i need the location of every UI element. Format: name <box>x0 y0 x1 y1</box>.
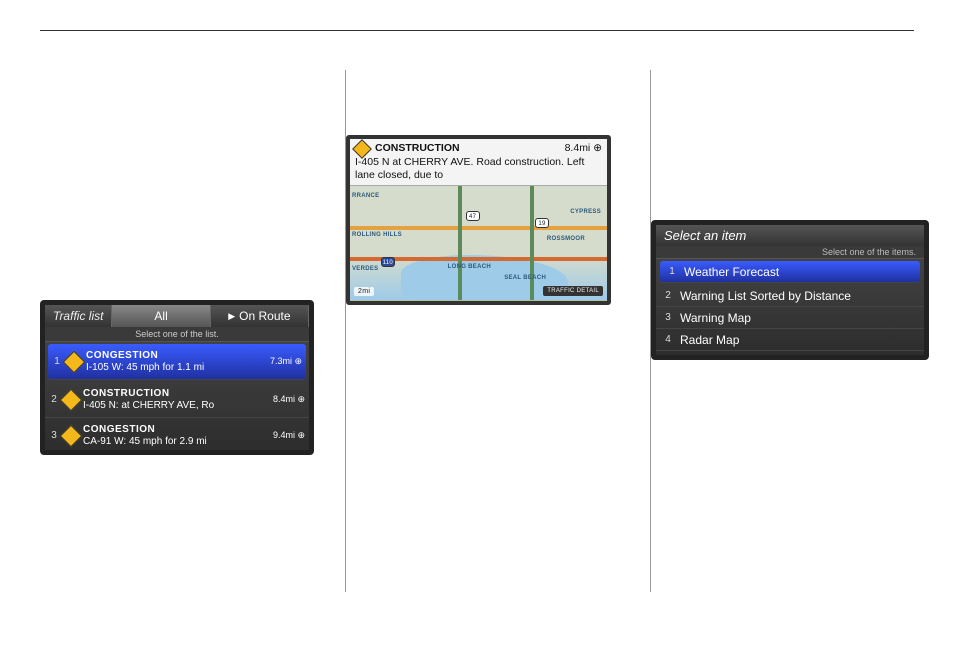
play-icon: ▶ <box>228 311 235 322</box>
row-type: CONSTRUCTION <box>83 388 269 400</box>
row-number: 2 <box>49 394 59 405</box>
row-body: CONGESTION I-105 W: 45 mph for 1.1 mi <box>86 350 266 374</box>
row-type: CONGESTION <box>86 350 266 362</box>
item-label: Radar Map <box>674 333 918 347</box>
row-body: CONSTRUCTION I-405 N: at CHERRY AVE, Ro <box>83 388 269 412</box>
row-desc: I-405 N: at CHERRY AVE, Ro <box>83 400 269 412</box>
row-distance: 8.4mi ⊕ <box>269 394 305 405</box>
menu-item-warning-map[interactable]: 3 Warning Map <box>656 307 924 329</box>
banner-type: CONSTRUCTION <box>375 142 460 155</box>
tab-all[interactable]: All <box>112 305 210 327</box>
map-canvas[interactable]: 47 19 110 RRANCE CYPRESS ROSSMOOR LONG B… <box>350 186 607 300</box>
route-shield: 47 <box>466 211 480 221</box>
traffic-list-header: Traffic list All ▶ On Route <box>45 305 309 327</box>
row-number: 1 <box>52 356 62 367</box>
traffic-row[interactable]: 3 CONGESTION CA-91 W: 45 mph for 2.9 mi … <box>45 418 309 454</box>
traffic-list-screen: Traffic list All ▶ On Route Select one o… <box>40 300 314 455</box>
traffic-list-subtitle: Select one of the list. <box>45 327 309 342</box>
select-item-title: Select an item <box>656 225 924 246</box>
hazard-icon <box>60 424 83 447</box>
traffic-row[interactable]: 1 CONGESTION I-105 W: 45 mph for 1.1 mi … <box>48 344 306 380</box>
map-label: SEAL BEACH <box>504 275 546 281</box>
traffic-row[interactable]: 2 CONSTRUCTION I-405 N: at CHERRY AVE, R… <box>45 382 309 418</box>
traffic-detail-button[interactable]: TRAFFIC DETAIL <box>543 286 603 297</box>
row-number: 3 <box>49 430 59 441</box>
item-label: Weather Forecast <box>678 265 914 279</box>
item-number: 2 <box>662 290 674 301</box>
map-label: CYPRESS <box>570 209 601 215</box>
column-1: Traffic list All ▶ On Route Select one o… <box>40 70 330 592</box>
item-label: Warning Map <box>674 311 918 325</box>
banner-distance: 8.4mi ⊕ <box>565 142 602 155</box>
menu-item-weather-forecast[interactable]: 1 Weather Forecast <box>660 261 920 283</box>
row-desc: CA-91 W: 45 mph for 2.9 mi <box>83 436 269 448</box>
map-label: ROSSMOOR <box>547 236 585 242</box>
tab-on-route-label: On Route <box>239 309 290 323</box>
row-body: CONGESTION CA-91 W: 45 mph for 2.9 mi <box>83 424 269 448</box>
map-scale: 2mi <box>354 287 374 296</box>
item-number: 4 <box>662 334 674 345</box>
route-shield: 110 <box>381 257 395 267</box>
column-3: Select an item Select one of the items. … <box>650 70 940 592</box>
map-label: ROLLING HILLS <box>352 232 402 238</box>
item-number: 3 <box>662 312 674 323</box>
traffic-list-rows: 1 CONGESTION I-105 W: 45 mph for 1.1 mi … <box>45 344 309 454</box>
item-number: 1 <box>666 266 678 277</box>
route-shield: 19 <box>535 218 549 228</box>
map-label: LONG BEACH <box>448 264 491 270</box>
row-desc: I-105 W: 45 mph for 1.1 mi <box>86 362 266 374</box>
row-distance: 7.3mi ⊕ <box>266 356 302 367</box>
hazard-icon <box>63 350 86 373</box>
map-label: VERDES <box>352 266 378 272</box>
map-detail-screen: CONSTRUCTION 8.4mi ⊕ I-405 N at CHERRY A… <box>346 135 611 305</box>
row-distance: 9.4mi ⊕ <box>269 430 305 441</box>
column-2: CONSTRUCTION 8.4mi ⊕ I-405 N at CHERRY A… <box>345 70 635 592</box>
map-incident-banner: CONSTRUCTION 8.4mi ⊕ I-405 N at CHERRY A… <box>350 139 607 186</box>
select-item-subtitle: Select one of the items. <box>656 246 924 259</box>
page-divider <box>40 30 914 31</box>
menu-item-radar-map[interactable]: 4 Radar Map <box>656 329 924 351</box>
select-item-screen: Select an item Select one of the items. … <box>651 220 929 360</box>
road-line <box>530 186 534 300</box>
tab-on-route[interactable]: ▶ On Route <box>211 305 309 327</box>
banner-body: I-405 N at CHERRY AVE. Road construction… <box>355 156 602 182</box>
tab-all-label: All <box>154 309 167 323</box>
item-label: Warning List Sorted by Distance <box>674 289 918 303</box>
traffic-list-title: Traffic list <box>45 305 112 327</box>
road-line <box>458 186 462 300</box>
hazard-icon <box>60 388 83 411</box>
road-line <box>350 226 607 230</box>
row-type: CONGESTION <box>83 424 269 436</box>
map-label: RRANCE <box>352 193 379 199</box>
menu-item-warning-list[interactable]: 2 Warning List Sorted by Distance <box>656 285 924 307</box>
